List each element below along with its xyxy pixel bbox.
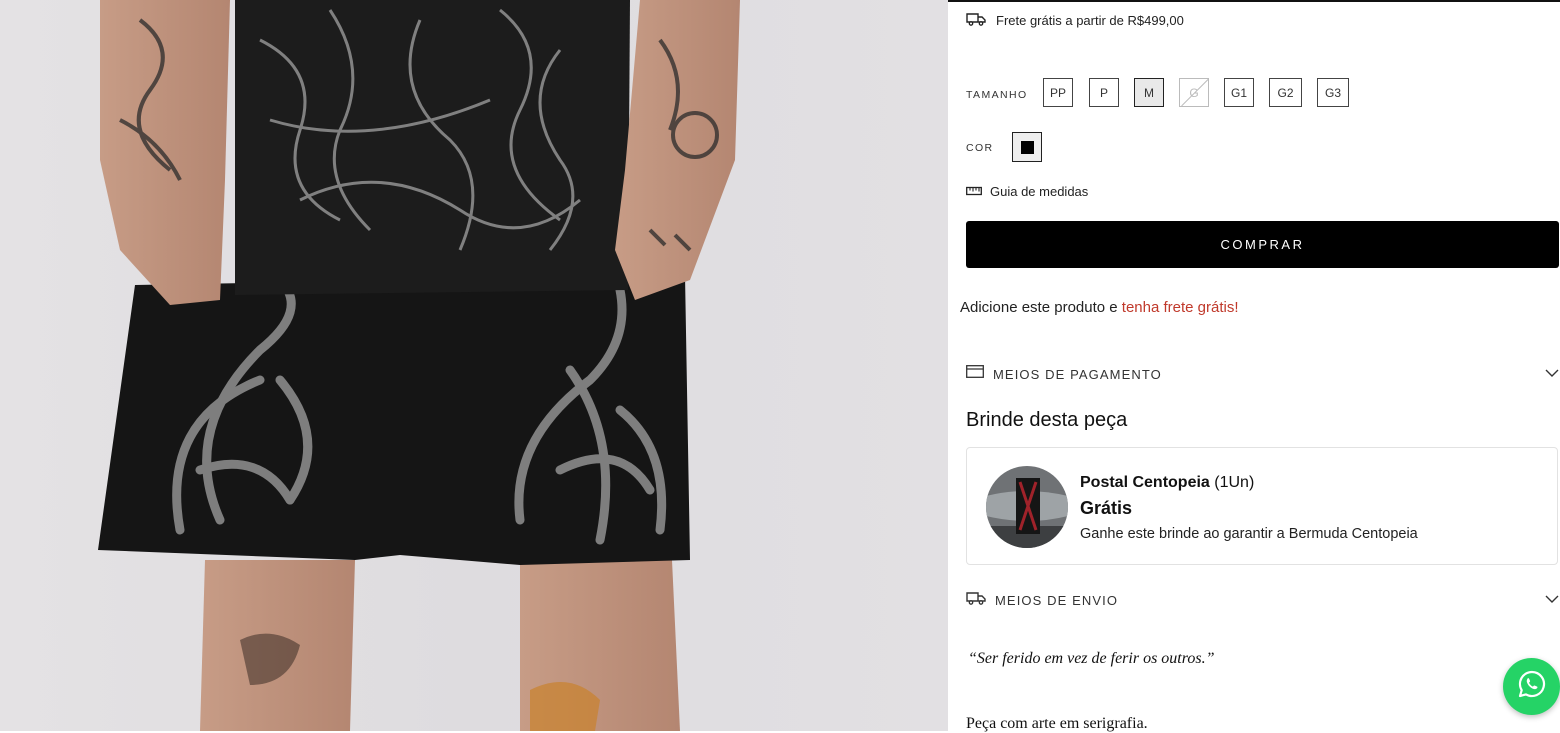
product-description: Peça com arte em serigrafia.	[966, 715, 1148, 732]
size-option-g2[interactable]: G2	[1269, 78, 1302, 107]
gift-thumbnail	[986, 466, 1068, 548]
gift-card: Postal Centopeia (1Un) Grátis Ganhe este…	[966, 447, 1558, 565]
size-label: TAMANHO	[966, 89, 1028, 101]
product-image[interactable]	[0, 0, 948, 731]
free-shipping-notice: Frete grátis a partir de R$499,00	[966, 12, 1184, 29]
payment-methods-title: MEIOS DE PAGAMENTO	[993, 366, 1162, 382]
size-option-g: G	[1179, 78, 1209, 107]
ruler-icon	[966, 184, 982, 199]
whatsapp-button[interactable]	[1503, 658, 1560, 715]
free-shipping-promo: Adicione este produto e tenha frete grát…	[960, 299, 1239, 316]
left-arm	[100, 0, 230, 305]
size-option-m[interactable]: M	[1134, 78, 1164, 107]
gift-description: Ganhe este brinde ao garantir a Bermuda …	[1080, 526, 1418, 542]
gift-price: Grátis	[1080, 498, 1133, 518]
chevron-down-icon	[1545, 591, 1559, 609]
credit-card-icon	[966, 365, 984, 383]
truck-icon	[966, 12, 986, 29]
gift-heading: Brinde desta peça	[966, 409, 1128, 431]
size-option-p[interactable]: P	[1089, 78, 1119, 107]
product-quote: “Ser ferido em vez de ferir os outros.”	[968, 650, 1215, 667]
truck-icon	[966, 591, 986, 610]
product-info-panel: Frete grátis a partir de R$499,00 TAMANH…	[948, 0, 1560, 732]
size-option-g3[interactable]: G3	[1317, 78, 1349, 107]
size-guide-link[interactable]: Guia de medidas	[966, 184, 1088, 199]
gift-name-line: Postal Centopeia (1Un)	[1080, 474, 1254, 492]
product-photo-illustration	[98, 0, 740, 731]
promo-text: Adicione este produto e	[960, 299, 1122, 316]
size-option-g1[interactable]: G1	[1224, 78, 1254, 107]
size-option-pp[interactable]: PP	[1043, 78, 1073, 107]
payment-methods-accordion[interactable]: MEIOS DE PAGAMENTO	[966, 361, 1559, 387]
color-label: COR	[966, 142, 994, 154]
gift-quantity: (1Un)	[1214, 474, 1255, 491]
chevron-down-icon	[1545, 365, 1559, 383]
shipping-methods-title: MEIOS DE ENVIO	[995, 592, 1119, 608]
gift-name: Postal Centopeia	[1080, 474, 1210, 491]
color-swatch-fill	[1020, 140, 1034, 154]
shipping-methods-accordion[interactable]: MEIOS DE ENVIO	[966, 587, 1559, 613]
free-shipping-text: Frete grátis a partir de R$499,00	[996, 13, 1184, 28]
promo-accent-text: tenha frete grátis!	[1121, 299, 1239, 316]
whatsapp-icon	[1517, 669, 1547, 704]
buy-button[interactable]: COMPRAR	[966, 221, 1559, 268]
size-guide-label: Guia de medidas	[990, 184, 1089, 199]
color-option-black[interactable]	[1012, 132, 1042, 162]
